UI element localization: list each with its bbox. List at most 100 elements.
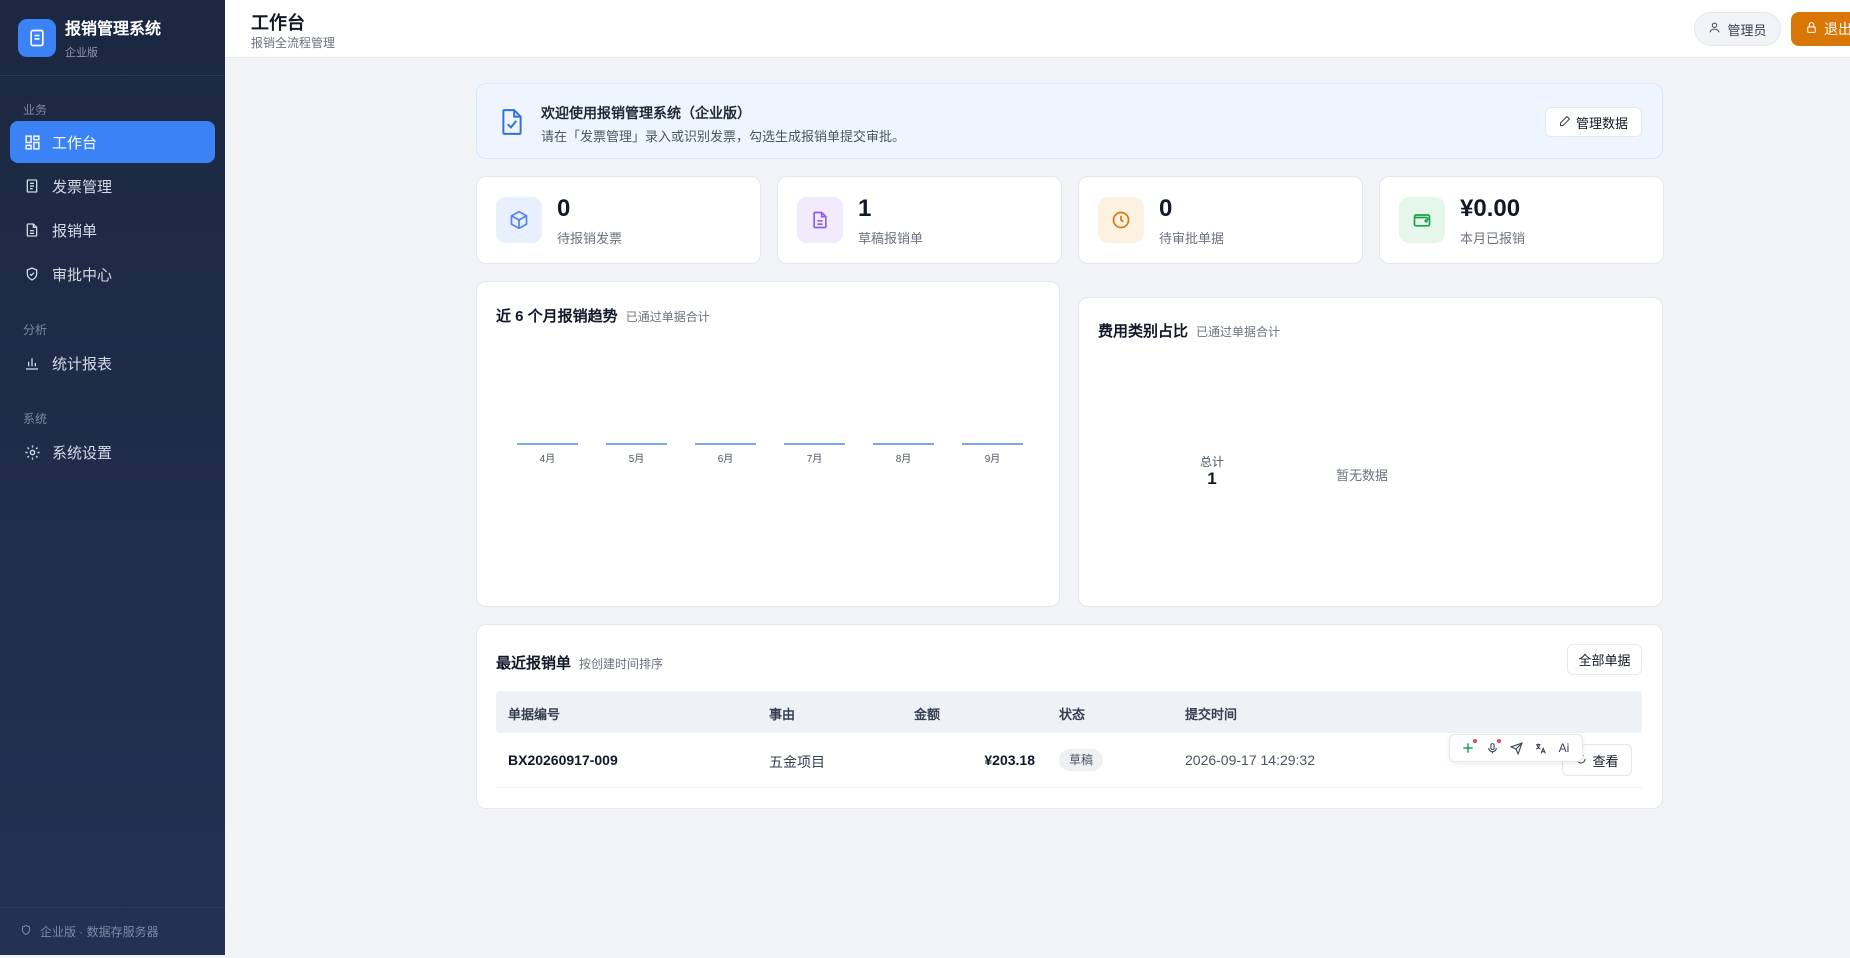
recent-title-text: 最近报销单 [496, 655, 572, 672]
translate-icon[interactable] [1531, 739, 1549, 757]
column-header: 状态 [1059, 707, 1086, 722]
gear-icon [23, 443, 41, 461]
category-subtitle: 已通过单据合计 [1196, 325, 1281, 339]
sidebar-item-invoices[interactable]: 发票管理 [10, 165, 215, 207]
nav-section-business: 业务 [23, 103, 48, 117]
row-id: BX20260917-009 [508, 752, 618, 768]
stat-value: ¥0.00 [1460, 195, 1521, 222]
sidebar-item-label: 统计报表 [52, 355, 113, 373]
row-amount: ¥203.18 [984, 752, 1035, 768]
sidebar-item-label: 发票管理 [52, 178, 113, 196]
chart-bar [695, 443, 756, 445]
all-documents-button[interactable]: 全部单据 [1567, 644, 1642, 675]
trend-panel: 近 6 个月报销趋势 已通过单据合计 4月 5月 6月 7月 8月 9月 [476, 281, 1060, 607]
nav-section-system: 系统 [23, 412, 48, 426]
plus-icon[interactable] [1459, 739, 1477, 757]
page-title: 工作台 [251, 13, 305, 33]
column-header: 提交时间 [1185, 707, 1238, 722]
category-panel: 费用类别占比 已通过单据合计 [1078, 297, 1663, 607]
recent-subtitle: 按创建时间排序 [579, 657, 664, 671]
sidebar: 报销管理系统 企业版 业务 工作台 发票管理 报销单 审批中心 分析 统计报表 … [0, 0, 225, 955]
sidebar-item-label: 系统设置 [52, 444, 113, 462]
empty-state-text: 暂无数据 [1336, 468, 1389, 483]
bar-chart-icon [23, 354, 41, 372]
lock-icon [1805, 21, 1818, 37]
trend-title-text: 近 6 个月报销趋势 [496, 308, 618, 325]
logout-label: 退出 [1824, 21, 1850, 37]
chart-bar [517, 443, 578, 445]
brand: 报销管理系统 企业版 [0, 0, 225, 76]
sidebar-item-dashboard[interactable]: 工作台 [10, 121, 215, 163]
trend-title: 近 6 个月报销趋势 已通过单据合计 [496, 305, 710, 326]
document-icon [23, 221, 41, 239]
chart-tick-label: 9月 [984, 454, 1001, 465]
brand-title: 报销管理系统 [65, 21, 162, 38]
chart-bar [606, 443, 667, 445]
stat-card-pending-invoices: 0 待报销发票 [476, 176, 761, 264]
trend-subtitle: 已通过单据合计 [625, 310, 710, 324]
footer-text: 企业版 · 数据存服务器 [40, 925, 159, 939]
logout-button[interactable]: 退出 [1791, 12, 1850, 46]
dashboard-icon [23, 133, 41, 151]
sidebar-item-approval[interactable]: 审批中心 [10, 253, 215, 295]
category-title: 费用类别占比 已通过单据合计 [1098, 320, 1280, 341]
stat-label: 草稿报销单 [858, 231, 924, 246]
stat-value: 1 [858, 195, 872, 222]
category-title-text: 费用类别占比 [1098, 323, 1189, 340]
shield-check-icon [23, 265, 41, 283]
brand-subtitle: 企业版 [65, 47, 98, 59]
nav-section-analysis: 分析 [23, 323, 48, 337]
sidebar-item-settings[interactable]: 系统设置 [10, 431, 215, 473]
ai-icon[interactable]: Ai [1555, 739, 1573, 757]
sidebar-item-reimbursements[interactable]: 报销单 [10, 209, 215, 251]
manage-data-label: 管理数据 [1575, 115, 1628, 131]
sidebar-footer: 企业版 · 数据存服务器 [0, 907, 225, 955]
welcome-banner: 欢迎使用报销管理系统（企业版） 请在「发票管理」录入或识别发票，勾选生成报销单提… [476, 83, 1663, 159]
chart-tick-label: 7月 [806, 454, 823, 465]
chart-bar [962, 443, 1023, 445]
sidebar-item-reports[interactable]: 统计报表 [10, 342, 215, 384]
sidebar-item-label: 审批中心 [52, 266, 113, 284]
stat-label: 待审批单据 [1159, 231, 1225, 246]
chart-bar [784, 443, 845, 445]
recent-title: 最近报销单 按创建时间排序 [496, 652, 663, 673]
edit-icon [1559, 115, 1571, 130]
donut-total-label: 总计 [1199, 455, 1224, 469]
chart-bar [873, 443, 934, 445]
stat-card-draft-reimbursements: 1 草稿报销单 [777, 176, 1062, 264]
donut-total-value: 1 [1207, 469, 1217, 488]
chart-tick-label: 5月 [628, 454, 645, 465]
sidebar-item-label: 工作台 [52, 134, 98, 152]
wallet-icon [1399, 197, 1445, 243]
mic-icon[interactable] [1483, 739, 1501, 757]
stat-card-pending-approval: 0 待审批单据 [1078, 176, 1363, 264]
stat-card-monthly-reimbursed: ¥0.00 本月已报销 [1379, 176, 1664, 264]
page-subtitle: 报销全流程管理 [251, 36, 336, 50]
shield-icon [20, 924, 32, 939]
stat-label: 待报销发票 [557, 231, 623, 246]
sidebar-item-label: 报销单 [52, 222, 98, 240]
send-icon[interactable] [1507, 739, 1525, 757]
logo-icon [18, 18, 56, 57]
table-header: 单据编号 事由 金额 状态 提交时间 [496, 691, 1642, 733]
floating-toolbar: Ai [1449, 734, 1583, 762]
banner-title: 欢迎使用报销管理系统（企业版） [541, 105, 751, 121]
user-icon [1708, 21, 1721, 37]
chart-tick-label: 8月 [895, 454, 912, 465]
column-header: 金额 [914, 707, 941, 722]
file-check-icon [499, 108, 525, 141]
row-time: 2026-09-17 14:29:32 [1185, 752, 1315, 768]
stat-value: 0 [1159, 195, 1173, 222]
box-icon [496, 197, 542, 243]
user-name: 管理员 [1727, 22, 1767, 38]
clock-icon [1098, 197, 1144, 243]
top-header: 工作台 报销全流程管理 管理员 退出 [225, 0, 1850, 58]
stat-label: 本月已报销 [1460, 231, 1526, 246]
status-badge: 草稿 [1059, 749, 1104, 771]
manage-data-button[interactable]: 管理数据 [1545, 107, 1642, 137]
user-menu[interactable]: 管理员 [1694, 12, 1781, 46]
invoice-icon [23, 177, 41, 195]
row-reason: 五金项目 [769, 754, 825, 770]
stat-value: 0 [557, 195, 571, 222]
column-header: 单据编号 [508, 707, 561, 722]
